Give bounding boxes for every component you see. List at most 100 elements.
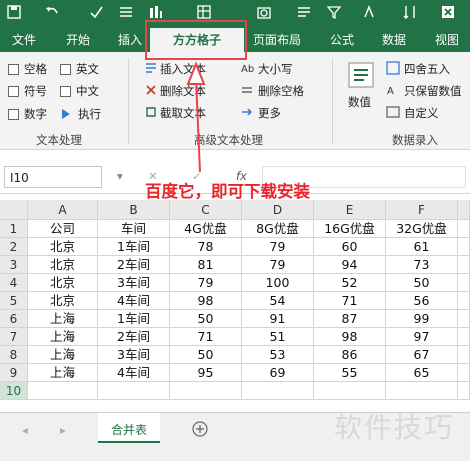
undo-icon[interactable]	[44, 4, 60, 20]
more-button[interactable]: 更多	[258, 105, 281, 121]
grid-cell[interactable]	[458, 292, 470, 310]
row-header[interactable]: 7	[0, 328, 28, 346]
grid-cell[interactable]: 3车间	[98, 274, 170, 292]
grid-cell[interactable]: 81	[170, 256, 242, 274]
grid-cell[interactable]	[314, 382, 386, 400]
row-header[interactable]: 3	[0, 256, 28, 274]
grid-cell[interactable]: 51	[242, 328, 314, 346]
grid-cell[interactable]: 16G优盘	[314, 220, 386, 238]
scroll-right-icon[interactable]: ▸	[60, 423, 66, 437]
grid-cell[interactable]: 上海	[28, 364, 98, 382]
grid-cell[interactable]: 4G优盘	[170, 220, 242, 238]
grid-cell[interactable]: 69	[242, 364, 314, 382]
grid-cell[interactable]: 50	[170, 310, 242, 328]
grid-cell[interactable]: 32G优盘	[386, 220, 458, 238]
save-icon[interactable]	[6, 4, 22, 20]
grid-cell[interactable]: 北京	[28, 292, 98, 310]
grid-cell[interactable]: 2车间	[98, 256, 170, 274]
grid-cell[interactable]: 4车间	[98, 292, 170, 310]
sort-icon[interactable]	[402, 4, 418, 20]
name-box-dropdown-icon[interactable]: ▾	[117, 169, 123, 183]
grid-cell[interactable]: 上海	[28, 310, 98, 328]
tab-data[interactable]: 数据	[370, 28, 418, 52]
table-icon[interactable]	[196, 4, 212, 20]
column-header-b[interactable]: B	[98, 200, 170, 220]
checkbox-chinese[interactable]	[60, 86, 71, 97]
grid-icon[interactable]	[118, 4, 134, 20]
column-header-c[interactable]: C	[170, 200, 242, 220]
grid-cell[interactable]	[458, 220, 470, 238]
row-header[interactable]: 1	[0, 220, 28, 238]
insert-text-button[interactable]: 插入文本	[160, 61, 206, 77]
row-header[interactable]: 5	[0, 292, 28, 310]
tab-page-layout[interactable]: 页面布局	[246, 28, 308, 52]
checkbox-symbol[interactable]	[8, 86, 19, 97]
grid-cell[interactable]: 97	[386, 328, 458, 346]
grid-cell[interactable]	[458, 328, 470, 346]
grid-cell[interactable]: 71	[170, 328, 242, 346]
checkbox-english[interactable]	[60, 64, 71, 75]
tab-view[interactable]: 视图	[424, 28, 470, 52]
checkbox-space[interactable]	[8, 64, 19, 75]
round-button[interactable]: 四舍五入	[404, 61, 450, 77]
grid-cell[interactable]: 50	[170, 346, 242, 364]
grid-cell[interactable]	[458, 274, 470, 292]
grid-cell[interactable]: 98	[314, 328, 386, 346]
grid-cell[interactable]	[242, 382, 314, 400]
grid-cell[interactable]: 61	[386, 238, 458, 256]
grid-cell[interactable]: 91	[242, 310, 314, 328]
grid-cell[interactable]: 3车间	[98, 346, 170, 364]
grid-cell[interactable]: 79	[242, 256, 314, 274]
grid-cell[interactable]: 73	[386, 256, 458, 274]
grid-cell[interactable]: 公司	[28, 220, 98, 238]
delete-space-button[interactable]: 删除空格	[258, 83, 304, 99]
tab-file[interactable]: 文件	[0, 28, 48, 52]
grid-cell[interactable]: 北京	[28, 274, 98, 292]
scroll-left-icon[interactable]: ◂	[22, 423, 28, 437]
grid-cell[interactable]: 车间	[98, 220, 170, 238]
grid-cell[interactable]: 79	[170, 274, 242, 292]
grid-cell[interactable]: 65	[386, 364, 458, 382]
grid-cell[interactable]	[386, 382, 458, 400]
grid-cell[interactable]: 99	[386, 310, 458, 328]
redo-icon[interactable]	[88, 4, 104, 20]
grid-cell[interactable]: 北京	[28, 256, 98, 274]
lines-icon[interactable]	[296, 4, 312, 20]
row-header[interactable]: 6	[0, 310, 28, 328]
grid-cell[interactable]: 95	[170, 364, 242, 382]
grid-cell[interactable]: 98	[170, 292, 242, 310]
keep-values-button[interactable]: 只保留数值	[404, 83, 462, 99]
grid-cell[interactable]: 52	[314, 274, 386, 292]
grid-cell[interactable]: 北京	[28, 238, 98, 256]
grid-cell[interactable]: 67	[386, 346, 458, 364]
highlight-icon[interactable]	[362, 4, 378, 20]
grid-cell[interactable]: 1车间	[98, 238, 170, 256]
grid-cell[interactable]: 上海	[28, 346, 98, 364]
add-sheet-icon[interactable]	[192, 421, 208, 437]
column-header-d[interactable]: D	[242, 200, 314, 220]
column-header-g[interactable]	[458, 200, 470, 220]
grid-cell[interactable]	[458, 310, 470, 328]
grid-cell[interactable]: 55	[314, 364, 386, 382]
grid-cell[interactable]: 86	[314, 346, 386, 364]
numeric-button[interactable]: 数值	[348, 94, 371, 110]
grid-cell[interactable]: 8G优盘	[242, 220, 314, 238]
grid-cell[interactable]: 78	[170, 238, 242, 256]
row-header[interactable]: 10	[0, 382, 28, 400]
grid-cell[interactable]: 上海	[28, 328, 98, 346]
grid-cell[interactable]: 53	[242, 346, 314, 364]
grid-cell[interactable]: 4车间	[98, 364, 170, 382]
row-header[interactable]: 4	[0, 274, 28, 292]
grid-cell[interactable]	[458, 364, 470, 382]
row-header[interactable]: 2	[0, 238, 28, 256]
grid-cell[interactable]	[458, 238, 470, 256]
column-header-e[interactable]: E	[314, 200, 386, 220]
tab-home[interactable]: 开始	[54, 28, 102, 52]
tab-formulas[interactable]: 公式	[318, 28, 366, 52]
select-all-corner[interactable]	[0, 200, 28, 220]
grid-cell[interactable]: 100	[242, 274, 314, 292]
column-header-f[interactable]: F	[386, 200, 458, 220]
camera-icon[interactable]	[256, 4, 272, 20]
grid-cell[interactable]: 1车间	[98, 310, 170, 328]
sheet-tab-merged[interactable]: 合并表	[98, 413, 160, 443]
